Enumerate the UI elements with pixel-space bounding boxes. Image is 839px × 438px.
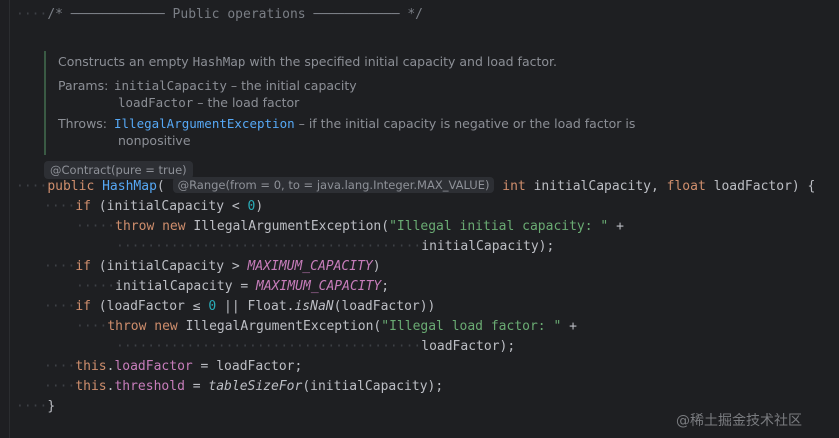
code-line-close-brace: ····}	[16, 399, 56, 414]
section-comment-line: ····/* ──────────── Public operations ──…	[16, 7, 424, 22]
comment-open: /*	[47, 7, 63, 22]
comment-close: */	[407, 7, 424, 22]
range-inlay-hint[interactable]: @Range(from = 0, to = java.lang.Integer.…	[172, 177, 495, 193]
code-line-signature: ····public HashMap( @Range(from = 0, to …	[16, 177, 816, 194]
code-line-set-loadfactor: ····this.loadFactor = loadFactor;	[44, 359, 303, 374]
code-line-if-max: ····if (initialCapacity > MAXIMUM_CAPACI…	[44, 259, 381, 274]
doc-throws-label: Throws:	[58, 116, 108, 131]
doc-param2-name: loadFactor	[118, 95, 194, 110]
doc-summary: Constructs an empty HashMap with the spe…	[58, 54, 557, 69]
comment-dashes-left: ────────────	[70, 7, 165, 22]
watermark: @稀土掘金技术社区	[676, 413, 802, 429]
code-line-throw-capacity-cont: ·······································i…	[116, 239, 555, 254]
code-line-if-negative: ····if (initialCapacity < 0)	[44, 199, 264, 214]
doc-param-2: loadFactor – the load factor	[118, 94, 299, 112]
code-line-assign-max: ·····initialCapacity = MAXIMUM_CAPACITY;	[76, 279, 390, 294]
code-line-set-threshold: ····this.threshold = tableSizeFor(initia…	[44, 379, 444, 394]
tablesizefor-call[interactable]: tableSizeFor	[208, 379, 302, 394]
doc-param1-desc: – the initial capacity	[226, 78, 357, 93]
doc-param-1: Params: initialCapacity – the initial cap…	[58, 77, 357, 95]
doc-summary-code: HashMap	[192, 54, 246, 69]
constructor-name[interactable]: HashMap	[102, 179, 157, 194]
doc-params-label: Params:	[58, 78, 109, 93]
code-line-throw-capacity: ·····throw new IllegalArgumentException(…	[76, 219, 624, 234]
comment-title: Public operations	[172, 7, 306, 22]
doc-throws-type-link[interactable]: IllegalArgumentException	[114, 116, 295, 131]
doc-param2-desc: – the load factor	[193, 95, 300, 110]
doc-param1-name: initialCapacity	[114, 78, 227, 93]
code-line-if-loadfactor: ····if (loadFactor ≤ 0 || Float.isNaN(lo…	[44, 299, 436, 314]
code-editor[interactable]: ····/* ──────────── Public operations ──…	[0, 0, 839, 438]
code-line-throw-loadfactor-cont: ·······································l…	[116, 339, 516, 354]
comment-dashes-right: ───────────	[313, 7, 400, 22]
doc-throws-desc-cont: nonpositive	[118, 133, 191, 148]
code-line-throw-loadfactor: ····throw new IllegalArgumentException("…	[76, 319, 577, 334]
doc-throws: Throws: IllegalArgumentException – if the…	[58, 115, 635, 133]
doc-throws-desc: – if the initial capacity is negative or…	[294, 116, 636, 131]
rendered-javadoc[interactable]: Constructs an empty HashMap with the spe…	[44, 51, 646, 155]
